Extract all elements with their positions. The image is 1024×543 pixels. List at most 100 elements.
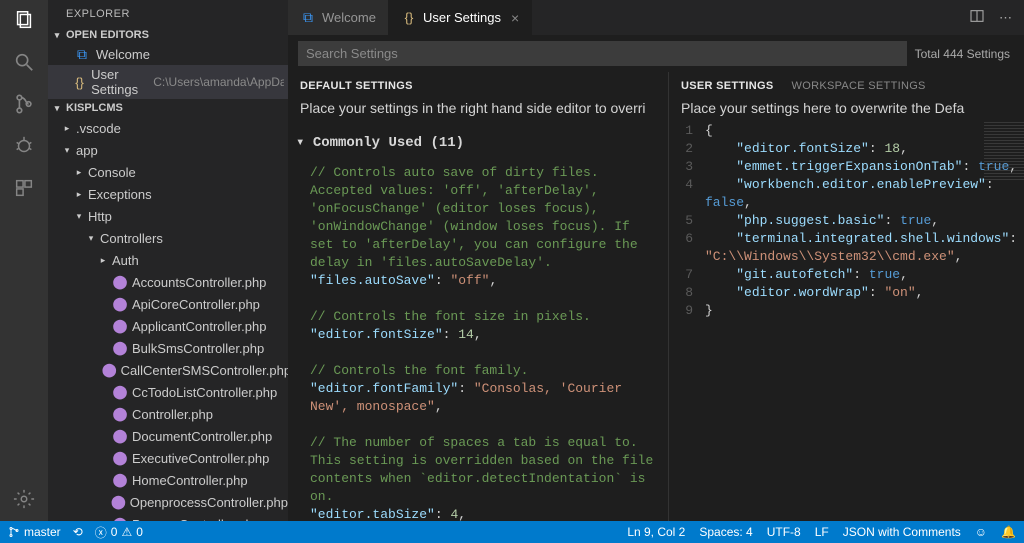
code-line[interactable]: 6 "terminal.integrated.shell.windows": "…	[669, 230, 1024, 266]
settings-search-input[interactable]	[298, 41, 907, 66]
extensions-icon[interactable]	[12, 176, 36, 200]
sync-button[interactable]: ⟲	[73, 525, 83, 539]
php-file-icon: ⬤	[112, 384, 128, 400]
language-mode[interactable]: JSON with Comments	[843, 525, 961, 539]
folder-item[interactable]: ▸ Console	[48, 161, 288, 183]
line-number: 5	[669, 212, 705, 230]
eol[interactable]: LF	[815, 525, 829, 539]
twistie-icon: ▾	[62, 145, 72, 156]
folder-item[interactable]: ▾ app	[48, 139, 288, 161]
line-number: 1	[669, 122, 705, 140]
notifications-icon[interactable]: 🔔	[1001, 525, 1016, 539]
close-tab-icon[interactable]: ×	[511, 10, 519, 26]
code-line[interactable]: 4 "workbench.editor.enablePreview": fals…	[669, 176, 1024, 212]
tree-label: DocumentController.php	[132, 429, 272, 444]
vscode-file-icon: ⧉	[300, 9, 316, 26]
problems-button[interactable]: ⓧ 0 ⚠ 0	[95, 524, 143, 541]
code-line[interactable]: 3 "emmet.triggerExpansionOnTab": true,	[669, 158, 1024, 176]
open-editor-label: Welcome	[96, 47, 150, 62]
setting-line[interactable]: "editor.fontFamily": "Consolas, 'Courier…	[310, 380, 660, 416]
folder-item[interactable]: ▾ Controllers	[48, 227, 288, 249]
twistie-icon: ▸	[74, 189, 84, 200]
code-line[interactable]: 2 "editor.fontSize": 18,	[669, 140, 1024, 158]
split-editor-icon[interactable]	[969, 8, 985, 27]
file-item[interactable]: ⬤AccountsController.php	[48, 271, 288, 293]
open-editor-item[interactable]: {}User SettingsC:\Users\amanda\AppData\R…	[48, 65, 288, 99]
twistie-icon: ▸	[98, 255, 108, 266]
line-number: 8	[669, 284, 705, 302]
file-item[interactable]: ⬤ProcessController.php	[48, 513, 288, 521]
more-actions-icon[interactable]: ⋯	[999, 10, 1012, 26]
setting-line[interactable]: "editor.tabSize": 4,	[310, 506, 660, 521]
twistie-icon: ▾	[86, 233, 96, 244]
folder-item[interactable]: ▸.vscode	[48, 117, 288, 139]
twistie-icon: ▸	[74, 167, 84, 178]
folder-item[interactable]: ▸ Auth	[48, 249, 288, 271]
cursor-position[interactable]: Ln 9, Col 2	[627, 525, 685, 539]
default-settings-tab[interactable]: DEFAULT SETTINGS	[300, 80, 413, 92]
file-item[interactable]: ⬤ApplicantController.php	[48, 315, 288, 337]
git-branch[interactable]: master	[8, 525, 61, 539]
file-item[interactable]: ⬤CallCenterSMSController.php	[48, 359, 288, 381]
file-item[interactable]: ⬤ ExecutiveController.php	[48, 447, 288, 469]
user-settings-editor[interactable]: 1{2 "editor.fontSize": 18,3 "emmet.trigg…	[669, 122, 1024, 521]
code-comment: // The number of spaces a tab is equal t…	[310, 434, 660, 506]
tree-label: OpenprocessController.php	[130, 495, 288, 510]
file-item[interactable]: ⬤ApiCoreController.php	[48, 293, 288, 315]
code-line[interactable]: 8 "editor.wordWrap": "on",	[669, 284, 1024, 302]
total-settings-label: Total 444 Settings	[915, 47, 1014, 61]
indentation[interactable]: Spaces: 4	[699, 525, 752, 539]
tree-label: HomeController.php	[132, 473, 248, 488]
open-editor-item[interactable]: ⧉Welcome	[48, 44, 288, 65]
workspace-settings-tab[interactable]: WORKSPACE SETTINGS	[792, 80, 926, 92]
scm-icon[interactable]	[12, 92, 36, 116]
tree-label: AccountsController.php	[132, 275, 266, 290]
tree-label: Controllers	[100, 231, 163, 246]
setting-line[interactable]: "editor.fontSize": 14,	[310, 326, 660, 344]
tree-label: CcTodoListController.php	[132, 385, 277, 400]
code-line[interactable]: 7 "git.autofetch": true,	[669, 266, 1024, 284]
php-file-icon: ⬤	[112, 450, 128, 466]
file-item[interactable]: ⬤ OpenprocessController.php	[48, 491, 288, 513]
code-comment: // Controls auto save of dirty files. Ac…	[310, 164, 660, 272]
file-item[interactable]: ⬤Controller.php	[48, 403, 288, 425]
debug-icon[interactable]	[12, 134, 36, 158]
tree-label: CallCenterSMSController.php	[121, 363, 288, 378]
open-editors-header[interactable]: ▾ OPEN EDITORS	[48, 26, 288, 44]
settings-section-title[interactable]: ▾ Commonly Used (11)	[288, 122, 668, 164]
feedback-icon[interactable]: ☺	[975, 525, 987, 539]
tree-label: Auth	[112, 253, 139, 268]
php-file-icon: ⬤	[111, 494, 126, 510]
minimap[interactable]	[984, 122, 1024, 182]
setting-line[interactable]: "files.autoSave": "off",	[310, 272, 660, 290]
file-item[interactable]: ⬤HomeController.php	[48, 469, 288, 491]
tree-label: app	[76, 143, 98, 158]
tree-label: Http	[88, 209, 112, 224]
editor-tab[interactable]: ⧉Welcome	[288, 0, 389, 35]
encoding[interactable]: UTF-8	[767, 525, 801, 539]
code-line[interactable]: 1{	[669, 122, 1024, 140]
tree-label: Console	[88, 165, 136, 180]
line-number: 3	[669, 158, 705, 176]
file-item[interactable]: ⬤BulkSmsController.php	[48, 337, 288, 359]
editor-tab[interactable]: {}User Settings×	[389, 0, 532, 35]
activity-bar	[0, 0, 48, 521]
user-settings-tab[interactable]: USER SETTINGS	[681, 80, 774, 92]
code-line[interactable]: 5 "php.suggest.basic": true,	[669, 212, 1024, 230]
file-item[interactable]: ⬤ DocumentController.php	[48, 425, 288, 447]
code-line[interactable]: 9}	[669, 302, 1024, 320]
line-number: 4	[669, 176, 705, 212]
tree-label: ExecutiveController.php	[132, 451, 269, 466]
explorer-icon[interactable]	[12, 8, 36, 32]
settings-gear-icon[interactable]	[12, 487, 36, 511]
search-icon[interactable]	[12, 50, 36, 74]
default-settings-pane: DEFAULT SETTINGS Place your settings in …	[288, 72, 669, 521]
folder-item[interactable]: ▸Exceptions	[48, 183, 288, 205]
php-file-icon: ⬤	[112, 428, 128, 444]
project-header[interactable]: ▾ KISPLCMS	[48, 99, 288, 117]
twistie-icon: ▾	[74, 211, 84, 222]
file-item[interactable]: ⬤ CcTodoListController.php	[48, 381, 288, 403]
php-file-icon: ⬤	[112, 296, 128, 312]
default-settings-editor[interactable]: ▾ Commonly Used (11)// Controls auto sav…	[288, 122, 668, 521]
folder-item[interactable]: ▾ Http	[48, 205, 288, 227]
